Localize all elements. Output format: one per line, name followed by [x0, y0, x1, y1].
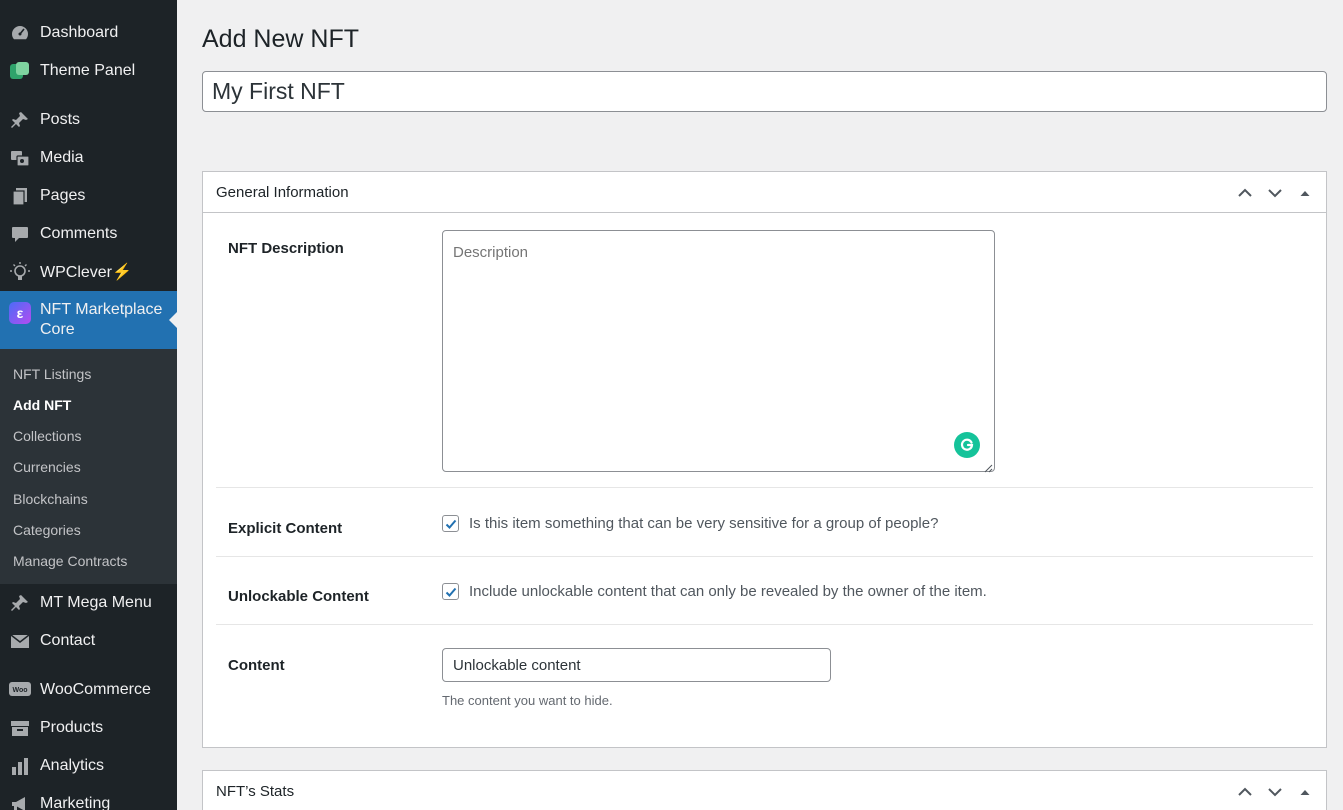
- menu-pages[interactable]: Pages: [0, 178, 177, 214]
- postbox-header: NFT’s Stats: [203, 771, 1326, 810]
- comment-icon: [9, 223, 31, 245]
- admin-sidebar: Dashboard Theme Panel Posts Media Pages …: [0, 0, 177, 810]
- pin-icon: [9, 592, 31, 614]
- submenu-currencies[interactable]: Currencies: [13, 459, 81, 475]
- menu-theme-panel[interactable]: Theme Panel: [0, 53, 177, 89]
- svg-text:ε: ε: [17, 305, 24, 321]
- menu-label: Pages: [40, 187, 86, 204]
- unlockable-content-checkbox[interactable]: [442, 583, 459, 600]
- submenu-nft-listings[interactable]: NFT Listings: [13, 366, 91, 382]
- postbox-title: NFT’s Stats: [216, 782, 295, 800]
- grammarly-icon[interactable]: [954, 432, 980, 458]
- archive-icon: [9, 717, 31, 739]
- menu-label: Contact: [40, 632, 96, 649]
- theme-panel-icon: [9, 60, 31, 82]
- postbox-header: General Information: [203, 172, 1326, 213]
- menu-dashboard[interactable]: Dashboard: [0, 15, 177, 51]
- move-down-icon[interactable]: [1264, 182, 1286, 204]
- postbox-controls: [1234, 172, 1316, 213]
- menu-label: Comments: [40, 225, 118, 242]
- nft-stats-box: NFT’s Stats: [202, 770, 1327, 810]
- menu-products[interactable]: Products: [0, 710, 177, 746]
- postbox-title: General Information: [216, 183, 349, 201]
- menu-label: Products: [40, 719, 104, 736]
- checkbox-description: Is this item something that can be very …: [469, 515, 939, 532]
- unlockable-content-input[interactable]: [442, 648, 831, 682]
- lightbulb-icon: [9, 261, 31, 283]
- checkmark-icon: [445, 519, 456, 529]
- field-label: Content: [228, 657, 285, 674]
- menu-label: Media: [40, 149, 84, 166]
- nft-core-icon: ε: [9, 302, 31, 324]
- menu-marketing[interactable]: Marketing: [0, 786, 177, 810]
- field-label: Explicit Content: [228, 520, 343, 537]
- checkmark-icon: [445, 587, 456, 597]
- menu-woocommerce[interactable]: Woo WooCommerce: [0, 672, 177, 708]
- menu-label: MT Mega Menu: [40, 594, 152, 611]
- pin-icon: [9, 109, 31, 131]
- mail-icon: [9, 630, 31, 652]
- pages-icon: [9, 185, 31, 207]
- row-divider: [216, 487, 1313, 488]
- nft-description-textarea[interactable]: [442, 230, 995, 472]
- submenu-blockchains[interactable]: Blockchains: [13, 491, 88, 507]
- field-help-text: The content you want to hide.: [442, 693, 613, 708]
- submenu-manage-contracts[interactable]: Manage Contracts: [13, 553, 127, 569]
- menu-mt-mega-menu[interactable]: MT Mega Menu: [0, 585, 177, 621]
- dashboard-icon: [9, 22, 31, 44]
- toggle-panel-icon[interactable]: [1294, 781, 1316, 803]
- field-label: Unlockable Content: [228, 588, 369, 605]
- menu-nft-marketplace-core[interactable]: ε NFT Marketplace Core: [0, 291, 177, 349]
- move-down-icon[interactable]: [1264, 781, 1286, 803]
- menu-posts[interactable]: Posts: [0, 102, 177, 138]
- row-divider: [216, 556, 1313, 557]
- submenu-categories[interactable]: Categories: [13, 522, 81, 538]
- explicit-content-checkbox[interactable]: [442, 515, 459, 532]
- field-label: NFT Description: [228, 240, 344, 257]
- move-up-icon[interactable]: [1234, 182, 1256, 204]
- menu-label: Theme Panel: [40, 62, 136, 79]
- menu-label: WPClever⚡: [40, 264, 132, 281]
- general-information-box: General Information NFT Description Expl…: [202, 171, 1327, 748]
- postbox-controls: [1234, 771, 1316, 810]
- menu-label: Posts: [40, 111, 81, 128]
- menu-label: Dashboard: [40, 24, 119, 41]
- menu-label: Marketing: [40, 795, 111, 810]
- row-divider: [216, 624, 1313, 625]
- media-icon: [9, 147, 31, 169]
- submenu-add-nft[interactable]: Add NFT: [13, 397, 71, 413]
- move-up-icon[interactable]: [1234, 781, 1256, 803]
- menu-analytics[interactable]: Analytics: [0, 748, 177, 784]
- nft-submenu: NFT Listings Add NFT Collections Currenc…: [0, 349, 177, 584]
- post-title-input[interactable]: [202, 71, 1327, 112]
- megaphone-icon: [9, 793, 31, 810]
- menu-media[interactable]: Media: [0, 140, 177, 176]
- menu-wpclever[interactable]: WPClever⚡: [0, 254, 177, 290]
- svg-text:Woo: Woo: [12, 687, 27, 694]
- menu-label: Analytics: [40, 757, 105, 774]
- page-title: Add New NFT: [202, 25, 359, 53]
- submenu-collections[interactable]: Collections: [13, 428, 81, 444]
- checkbox-description: Include unlockable content that can only…: [469, 583, 987, 600]
- menu-label: NFT Marketplace Core: [40, 301, 163, 338]
- bar-chart-icon: [9, 755, 31, 777]
- menu-comments[interactable]: Comments: [0, 216, 177, 252]
- toggle-panel-icon[interactable]: [1294, 182, 1316, 204]
- menu-contact[interactable]: Contact: [0, 623, 177, 659]
- woo-icon: Woo: [9, 679, 31, 701]
- resize-handle-icon[interactable]: [983, 460, 993, 473]
- menu-label: WooCommerce: [40, 681, 151, 698]
